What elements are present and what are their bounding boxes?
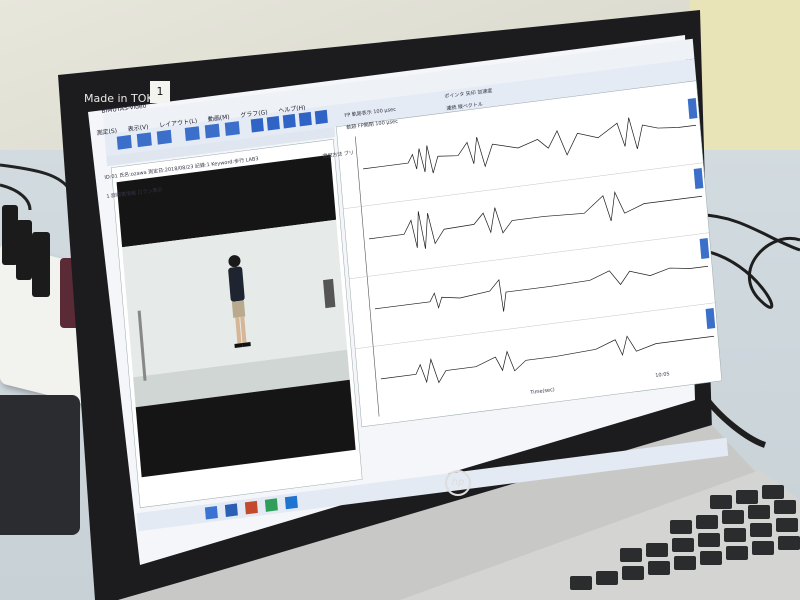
selector-dropdown[interactable]: ブリ [344,150,355,157]
check-continuous[interactable]: 連続 [446,105,457,112]
keyboard [570,485,800,590]
video-tab[interactable]: 1 [106,194,110,200]
check-fp[interactable]: FP [344,112,351,119]
check-arrow[interactable]: 矢印 [466,90,477,97]
check-trajectory[interactable]: 軌跡 [346,124,357,131]
hp-logo: hp [445,470,471,496]
number-sticker: 1 [150,81,170,103]
